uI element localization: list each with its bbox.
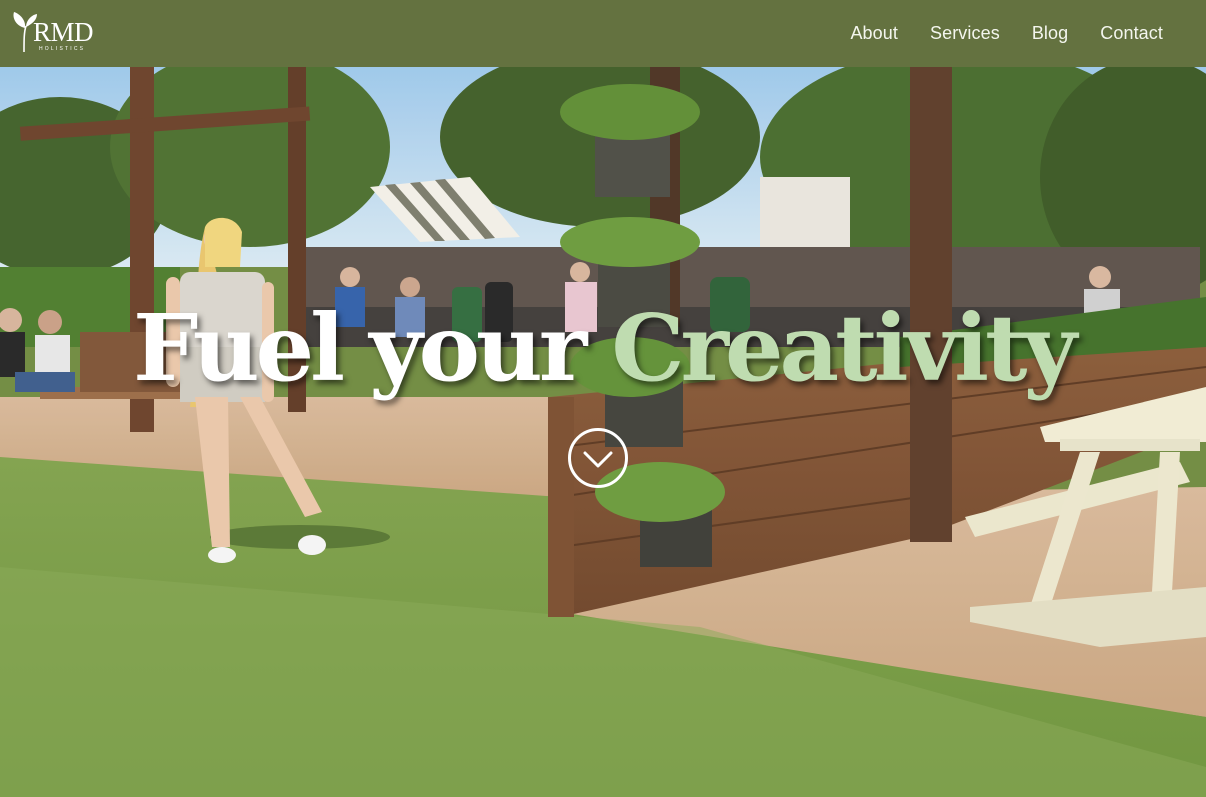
headline-part2: Creativity [611, 294, 1077, 402]
logo-subtext: HOLISTICS [39, 46, 86, 52]
site-header: RMD HOLISTICS About Services Blog Contac… [0, 0, 1206, 67]
nav-link-services[interactable]: Services [930, 23, 1000, 44]
hero-headline: Fuel your Creativity [0, 293, 1206, 403]
logo-text: RMD [33, 17, 94, 47]
hero-section: Fuel your Creativity [0, 67, 1206, 797]
nav-link-about[interactable]: About [850, 23, 898, 44]
nav-link-blog[interactable]: Blog [1032, 23, 1068, 44]
headline-part1: Fuel your [133, 294, 587, 402]
brand-logo[interactable]: RMD HOLISTICS [12, 12, 112, 56]
nav-link-contact[interactable]: Contact [1100, 23, 1163, 44]
main-nav: About Services Blog Contact [818, 0, 1163, 67]
chevron-down-icon [583, 451, 613, 468]
scroll-down-button[interactable] [568, 428, 628, 488]
